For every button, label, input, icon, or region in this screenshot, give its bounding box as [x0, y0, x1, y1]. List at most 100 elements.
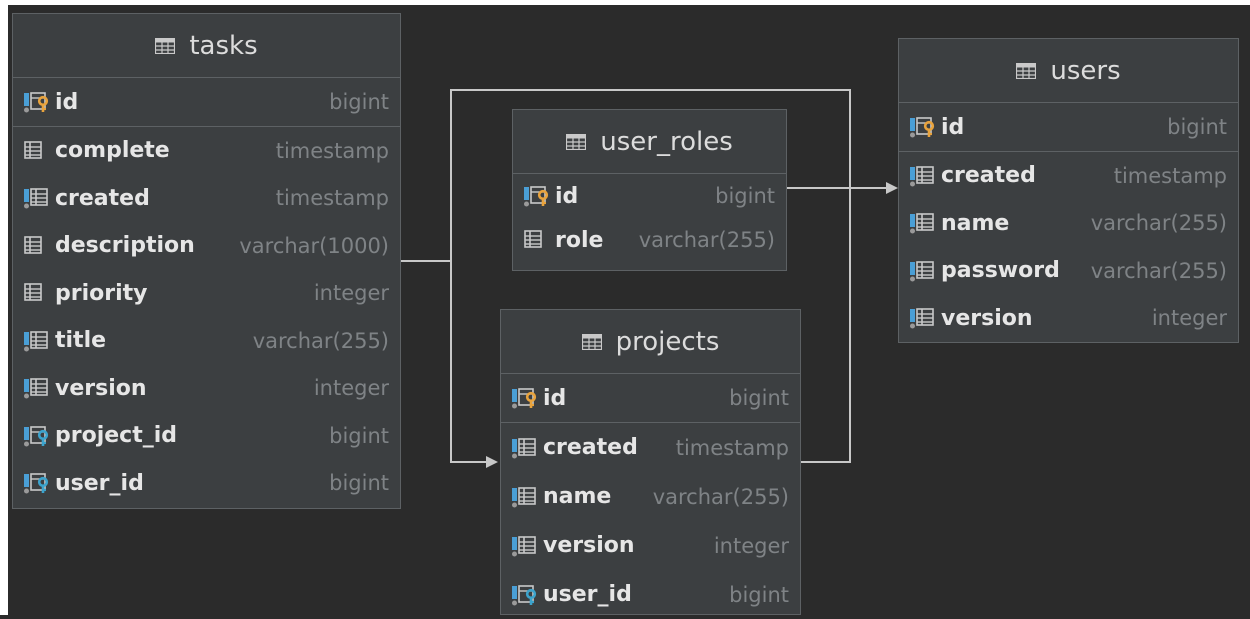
- primary-key-icon: [511, 386, 539, 410]
- table-row[interactable]: version integer: [899, 295, 1238, 343]
- table-row[interactable]: created timestamp: [899, 152, 1238, 200]
- primary-key-icon: [909, 115, 937, 139]
- column-name: name: [543, 484, 612, 509]
- table-row[interactable]: id bigint: [513, 174, 786, 218]
- column-notnull-icon: [23, 329, 51, 353]
- table-projects[interactable]: projects id bigint created timestamp name va…: [500, 309, 801, 615]
- column-notnull-icon: [909, 164, 937, 188]
- column-notnull-icon: [23, 376, 51, 400]
- column-type: bigint: [729, 386, 789, 410]
- table-grid-icon: [581, 333, 602, 350]
- table-title: user_roles: [600, 126, 733, 157]
- table-row[interactable]: project_id bigint: [13, 412, 400, 460]
- column-name: user_id: [55, 470, 144, 496]
- column-notnull-icon: [909, 259, 937, 283]
- foreign-key-icon: [23, 471, 51, 495]
- table-grid-icon: [566, 133, 587, 150]
- table-row[interactable]: id bigint: [899, 103, 1238, 151]
- column-list: created timestamp name varchar(255) version i…: [501, 423, 800, 619]
- column-notnull-icon: [511, 534, 539, 558]
- table-row[interactable]: name varchar(255): [501, 472, 800, 521]
- column-type: varchar(255): [252, 328, 389, 353]
- table-row[interactable]: priority integer: [13, 270, 400, 318]
- column-type: bigint: [715, 184, 775, 208]
- column-type: bigint: [329, 423, 389, 448]
- table-row[interactable]: title varchar(255): [13, 317, 400, 365]
- table-row[interactable]: user_id bigint: [501, 570, 800, 619]
- table-grid-icon: [1016, 62, 1037, 79]
- column-name: id: [55, 89, 79, 115]
- table-title: users: [1050, 55, 1121, 86]
- column-notnull-icon: [511, 485, 539, 509]
- column-type: varchar(255): [1090, 258, 1227, 283]
- primary-key-section: id bigint: [13, 78, 400, 127]
- column-notnull-icon: [23, 186, 51, 210]
- column-type: timestamp: [675, 435, 789, 460]
- column-list: role varchar(255): [513, 218, 786, 262]
- table-header-user-roles[interactable]: user_roles: [513, 110, 786, 174]
- table-row[interactable]: role varchar(255): [513, 218, 786, 262]
- primary-key-section: id bigint: [513, 174, 786, 218]
- table-row[interactable]: id bigint: [13, 78, 400, 126]
- connector-tasks-to-projects: [400, 260, 498, 468]
- column-notnull-icon: [909, 211, 937, 235]
- column-type: varchar(255): [652, 484, 789, 509]
- column-type: integer: [313, 281, 389, 306]
- table-title: projects: [615, 326, 720, 357]
- column-name: version: [55, 375, 147, 401]
- column-name: user_id: [543, 582, 632, 607]
- column-name: priority: [55, 280, 148, 306]
- table-row[interactable]: name varchar(255): [899, 200, 1238, 248]
- table-row[interactable]: version integer: [13, 365, 400, 413]
- column-icon: [23, 234, 51, 258]
- table-header-tasks[interactable]: tasks: [13, 14, 400, 78]
- table-row[interactable]: created timestamp: [501, 423, 800, 472]
- foreign-key-icon: [23, 424, 51, 448]
- primary-key-icon: [23, 90, 51, 114]
- column-icon: [23, 139, 51, 163]
- table-tasks[interactable]: tasks id bigint complete timestamp created t…: [12, 13, 401, 509]
- column-list: created timestamp name varchar(255) password…: [899, 152, 1238, 342]
- column-notnull-icon: [511, 436, 539, 460]
- column-name: complete: [55, 138, 170, 164]
- column-icon: [23, 281, 51, 305]
- column-type: bigint: [329, 90, 389, 114]
- column-type: varchar(255): [1090, 211, 1227, 236]
- column-type: timestamp: [275, 186, 389, 211]
- column-name: password: [941, 258, 1060, 284]
- column-type: integer: [1151, 306, 1227, 331]
- column-name: description: [55, 233, 195, 259]
- table-row[interactable]: description varchar(1000): [13, 222, 400, 270]
- primary-key-section: id bigint: [899, 103, 1238, 152]
- column-name: name: [941, 210, 1010, 236]
- table-row[interactable]: created timestamp: [13, 175, 400, 223]
- column-notnull-icon: [909, 306, 937, 330]
- column-name: id: [941, 114, 965, 140]
- column-name: title: [55, 328, 107, 354]
- column-name: created: [55, 185, 150, 211]
- table-grid-icon: [155, 37, 176, 54]
- column-type: bigint: [1167, 115, 1227, 139]
- column-type: varchar(255): [638, 228, 775, 252]
- column-name: version: [543, 533, 635, 558]
- column-icon: [523, 228, 551, 252]
- table-user-roles[interactable]: user_roles id bigint role varchar(255): [512, 109, 787, 271]
- table-header-projects[interactable]: projects: [501, 310, 800, 374]
- column-name: id: [555, 183, 579, 209]
- table-users[interactable]: users id bigint created timestamp name varch…: [898, 38, 1239, 343]
- table-row[interactable]: version integer: [501, 521, 800, 570]
- table-row[interactable]: password varchar(255): [899, 247, 1238, 295]
- primary-key-icon: [523, 184, 551, 208]
- table-row[interactable]: complete timestamp: [13, 127, 400, 175]
- table-row[interactable]: user_id bigint: [13, 460, 400, 508]
- diagram-canvas: tasks id bigint complete timestamp created t…: [0, 0, 1250, 615]
- table-header-users[interactable]: users: [899, 39, 1238, 103]
- column-type: bigint: [329, 471, 389, 496]
- table-row[interactable]: id bigint: [501, 374, 800, 422]
- column-type: bigint: [729, 582, 789, 607]
- primary-key-section: id bigint: [501, 374, 800, 423]
- column-type: integer: [313, 376, 389, 401]
- column-name: project_id: [55, 423, 178, 449]
- column-type: integer: [713, 533, 789, 558]
- foreign-key-icon: [511, 583, 539, 607]
